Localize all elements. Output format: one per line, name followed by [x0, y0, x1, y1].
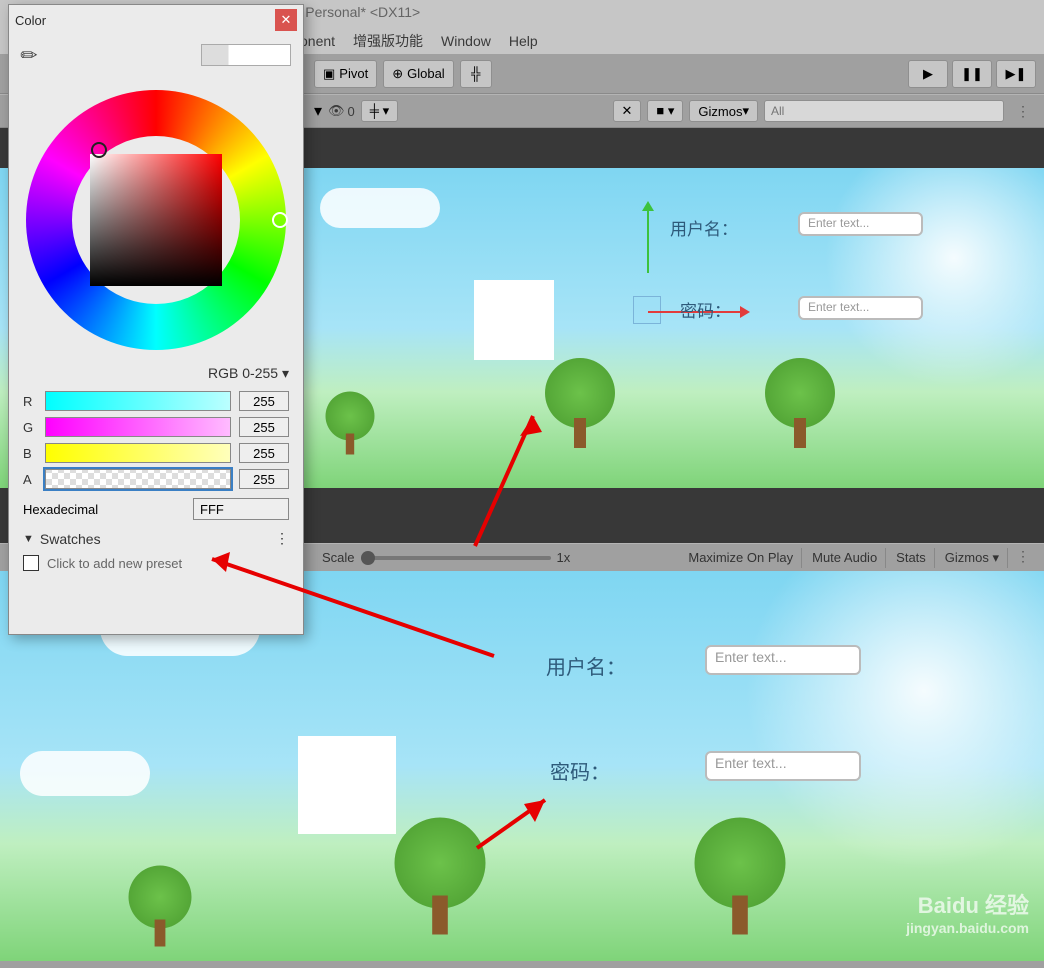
saturation-value-box[interactable] [90, 154, 222, 286]
tree-decoration [760, 358, 840, 448]
preset-add-icon [23, 555, 39, 571]
password-input-game: Enter text... [705, 751, 861, 781]
username-input-game: Enter text... [705, 645, 861, 675]
add-preset-row[interactable]: Click to add new preset [9, 551, 303, 575]
visibility-count[interactable]: 👁 0 [328, 103, 355, 119]
g-slider[interactable] [45, 417, 231, 437]
color-picker-header[interactable]: Color ✕ [9, 5, 303, 35]
menu-help[interactable]: Help [509, 33, 538, 49]
: R [23, 394, 37, 409]
a-value-input[interactable] [239, 469, 289, 489]
tree-decoration [388, 818, 492, 935]
color-picker-title: Color [15, 13, 46, 28]
scene-search-input[interactable] [764, 100, 1004, 122]
watermark: Baidu 经验jingyan.baidu.com [906, 888, 1029, 936]
global-button[interactable]: ⊕ Global [383, 60, 453, 88]
dropdown-icon[interactable]: ▾ [314, 101, 322, 121]
gizmo-rect[interactable] [633, 296, 661, 324]
tree-decoration [124, 866, 196, 947]
play-button[interactable]: ▶ [908, 60, 948, 88]
b-slider[interactable] [45, 443, 231, 463]
pivot-button[interactable]: ▣ Pivot [314, 60, 377, 88]
pause-button[interactable]: ❚❚ [952, 60, 992, 88]
a-slider[interactable] [45, 469, 231, 489]
close-button[interactable]: ✕ [275, 9, 297, 31]
menu-window[interactable]: Window [441, 33, 491, 49]
color-mode-dropdown[interactable]: RGB 0-255 ▾ [9, 365, 303, 388]
eyedropper-icon[interactable]: ✎ [15, 40, 45, 70]
gizmo-y-axis[interactable] [647, 203, 649, 273]
gizmos-dropdown[interactable]: Gizmos ▾ [689, 100, 758, 122]
cloud-decoration [320, 188, 440, 228]
sv-cursor[interactable] [91, 142, 107, 158]
username-input[interactable]: Enter text... [798, 212, 923, 236]
username-label: 用户名： [670, 215, 738, 240]
game-gizmos-dropdown[interactable]: Gizmos ▾ [937, 548, 1008, 568]
r-slider[interactable] [45, 391, 231, 411]
ui-image-element[interactable] [474, 280, 554, 360]
scale-value: 1x [557, 550, 571, 565]
step-button[interactable]: ▶❚ [996, 60, 1036, 88]
password-input[interactable]: Enter text... [798, 296, 923, 320]
stats-button[interactable]: Stats [888, 548, 935, 568]
cloud-decoration [20, 751, 150, 796]
color-picker-dialog: Color ✕ ✎ RGB 0-255 ▾ R G B A Hexadecima… [8, 4, 304, 635]
color-wheel[interactable] [26, 90, 286, 350]
swatches-menu-icon[interactable]: ⋮ [275, 530, 289, 547]
tools-icon[interactable]: ✕ [613, 100, 642, 122]
password-label-game: 密码： [550, 756, 610, 785]
maximize-on-play[interactable]: Maximize On Play [680, 548, 802, 568]
tree-decoration [688, 818, 792, 935]
tree-decoration [540, 358, 620, 448]
username-label-game: 用户名： [546, 651, 626, 680]
snap-button[interactable]: ╬ [460, 60, 492, 88]
r-value-input[interactable] [239, 391, 289, 411]
hex-input[interactable] [193, 498, 289, 520]
hex-label: Hexadecimal [23, 502, 98, 517]
menu-enhanced[interactable]: 增强版功能 [353, 31, 423, 51]
scale-label: Scale [322, 550, 355, 565]
scale-slider[interactable] [361, 556, 551, 560]
chevron-down-icon: ▼ [23, 533, 34, 545]
current-color-swatch [201, 44, 291, 66]
hue-cursor[interactable] [272, 212, 288, 228]
grid-toggle[interactable]: ╪ ▾ [361, 100, 398, 122]
game-context-menu-icon[interactable]: ⋮ [1010, 548, 1036, 568]
mute-audio[interactable]: Mute Audio [804, 548, 886, 568]
scene-context-menu-icon[interactable]: ⋮ [1010, 103, 1036, 120]
swatches-toggle[interactable]: ▼ Swatches ⋮ [9, 526, 303, 551]
g-value-input[interactable] [239, 417, 289, 437]
b-value-input[interactable] [239, 443, 289, 463]
tree-decoration [322, 392, 378, 455]
menu-component[interactable]: onent [300, 33, 335, 49]
camera-icon[interactable]: ■ ▾ [647, 100, 683, 122]
password-label: 密码： [680, 297, 731, 322]
ui-image-element [298, 736, 396, 834]
